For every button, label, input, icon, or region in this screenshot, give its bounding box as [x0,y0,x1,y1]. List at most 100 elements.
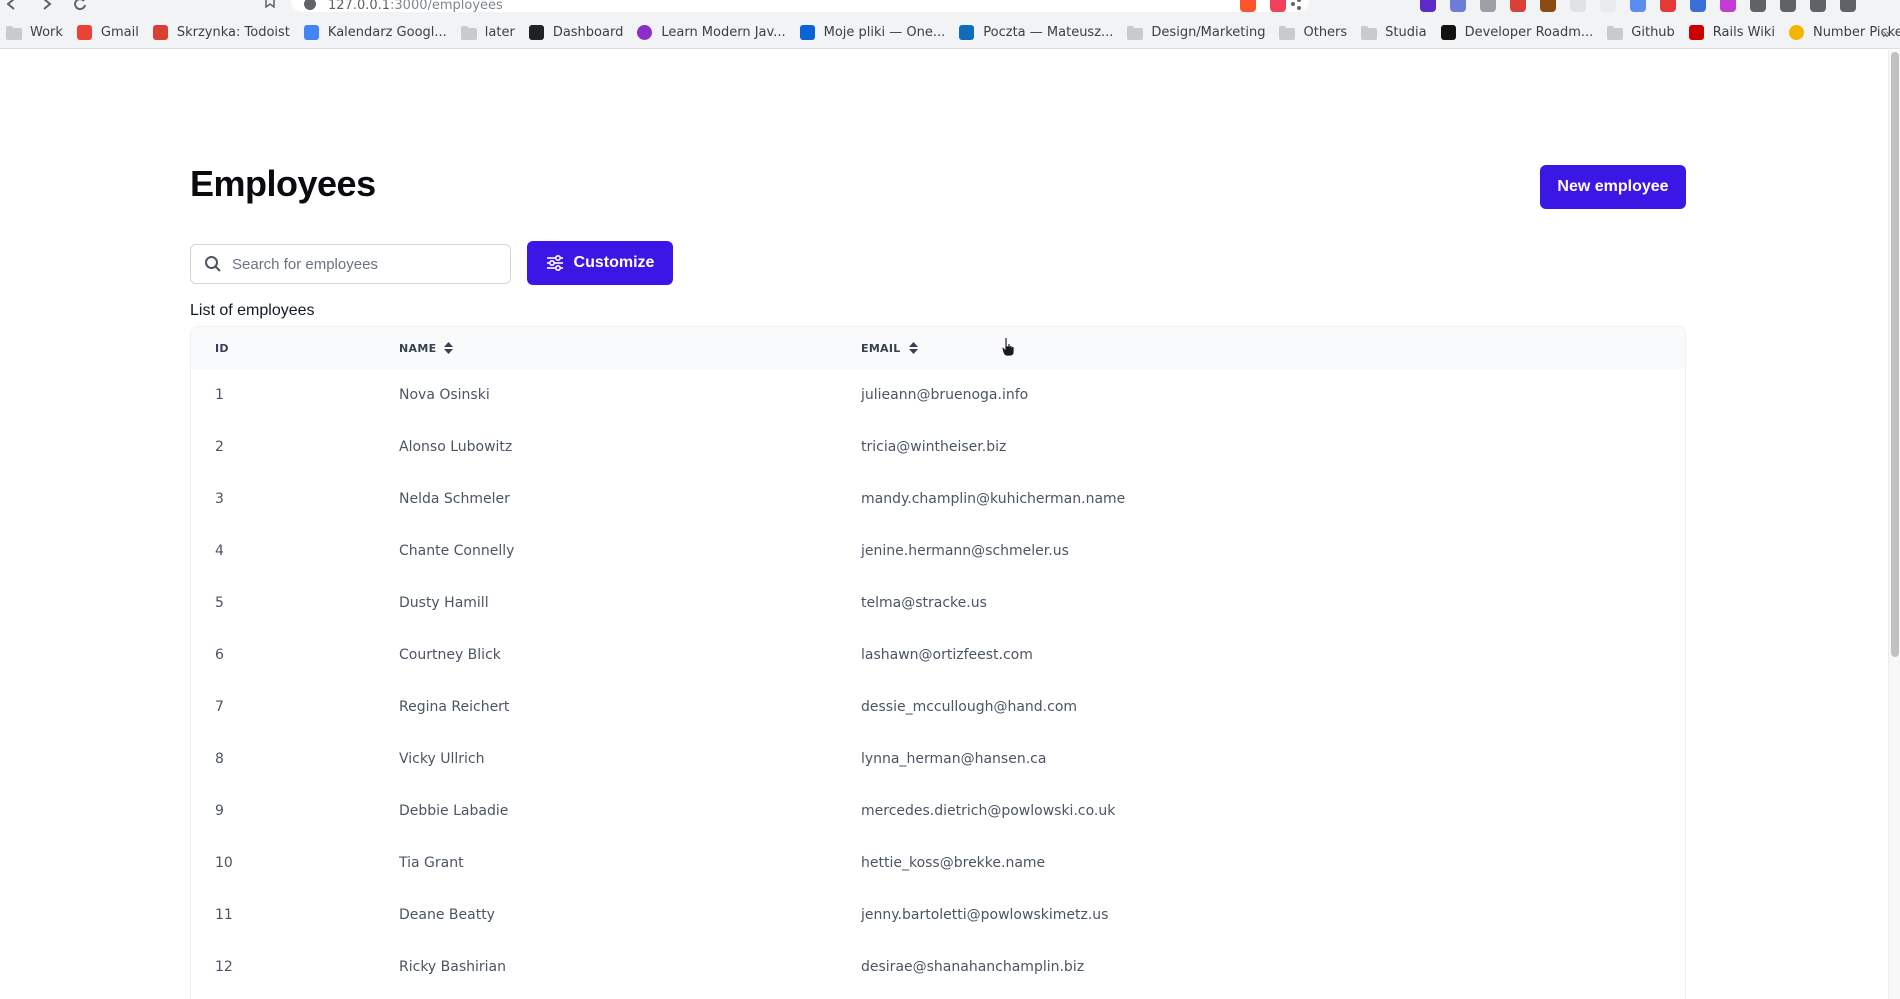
cell-name: Chante Connelly [399,543,515,559]
bookmark-item[interactable]: Poczta — Mateusz... [953,21,1121,45]
bookmark-item[interactable]: Moje pliki — One... [794,21,954,45]
header-name-label: NAME [399,341,437,355]
brave-rewards-icon[interactable] [1270,0,1286,12]
reload-icon[interactable] [72,0,88,12]
bookmark-item[interactable]: Studia [1355,21,1434,45]
header-name[interactable]: NAME [399,327,454,369]
forward-icon[interactable] [38,0,54,12]
bookmark-item[interactable]: Gmail [71,21,147,45]
table-row[interactable]: 6 Courtney Blick lashawn@ortizfeest.com [191,629,1685,681]
bookmark-item[interactable]: Design/Marketing [1121,21,1273,45]
cell-name: Tia Grant [399,855,464,871]
table-row[interactable]: 12 Ricky Bashirian desirae@shanahanchampli… [191,941,1685,993]
learn-icon [637,25,653,40]
site-info-icon[interactable] [304,0,316,10]
search-field[interactable] [190,244,511,284]
bookmark-star-icon[interactable] [263,0,277,8]
table-row[interactable]: 3 Nelda Schmeler mandy.champlin@kuhicherma… [191,473,1685,525]
bookmarks-overflow-icon[interactable]: » [1882,17,1890,48]
onedrive-icon [799,25,815,40]
back-icon[interactable] [4,0,20,12]
cell-email: julieann@bruenoga.info [861,387,1029,403]
outlook-icon [959,25,975,40]
cell-id: 1 [215,387,224,403]
cell-name: Vicky Ullrich [399,751,485,767]
menu-icon[interactable] [1840,0,1856,12]
todoist-ext-icon[interactable] [1510,0,1526,12]
cell-id: 8 [215,751,224,767]
table-row[interactable]: 4 Chante Connelly jenine.hermann@schmeler.… [191,525,1685,577]
cell-id: 11 [215,907,233,923]
cell-email: tricia@wintheiser.biz [861,439,1007,455]
bookmark-item[interactable]: Rails Wiki [1683,21,1783,45]
table-row[interactable]: 2 Alonso Lubowitz tricia@wintheiser.biz [191,421,1685,473]
bookmark-label: Gmail [100,25,139,40]
cell-id: 6 [215,647,224,663]
url-host: 127.0.0.1 [328,0,391,13]
folder-icon [6,25,22,40]
cell-name: Deane Beatty [399,907,495,923]
table-row[interactable]: 9 Debbie Labadie mercedes.dietrich@powlows… [191,785,1685,837]
cell-id: 2 [215,439,224,455]
cell-email: lynna_herman@hansen.ca [861,751,1047,767]
customize-button[interactable]: Customize [527,241,673,285]
table-row[interactable]: 5 Dusty Hamill telma@stracke.us [191,577,1685,629]
vpn-icon[interactable] [1420,0,1436,12]
paint-ext-icon[interactable] [1720,0,1736,12]
cell-name: Dusty Hamill [399,595,489,611]
timer-icon[interactable] [1480,0,1496,12]
blank-ext-icon[interactable] [1570,0,1586,12]
bookmark-item[interactable]: Work [0,21,71,45]
sort-icon[interactable] [444,342,454,354]
table-row[interactable]: 8 Vicky Ullrich lynna_herman@hansen.ca [191,733,1685,785]
page-scrollbar[interactable] [1888,50,1900,999]
bookmark-item[interactable]: Skrzynka: Todoist [147,21,298,45]
puzzle-icon[interactable] [1750,0,1766,12]
header-id-label: ID [215,341,229,355]
bookmark-item[interactable]: Github [1601,21,1683,45]
picker-icon [1788,25,1804,40]
cell-id: 4 [215,543,224,559]
bookmark-label: Dashboard [552,25,624,40]
table-row[interactable]: 10 Tia Grant hettie_koss@brekke.name [191,837,1685,889]
cell-name: Debbie Labadie [399,803,509,819]
roadmap-icon [1440,25,1456,40]
dollar-ext-icon[interactable] [1600,0,1616,12]
bookmark-item[interactable]: Kalendarz Googl... [298,21,455,45]
cell-email: jenine.hermann@schmeler.us [861,543,1069,559]
table-row[interactable]: 1 Nova Osinski julieann@bruenoga.info [191,369,1685,421]
table-row[interactable]: 11 Deane Beatty jenny.bartoletti@powlowski… [191,889,1685,941]
header-id: ID [215,327,229,369]
folder-icon [1279,25,1296,40]
sliders-icon [546,255,563,271]
multi-ext-icon[interactable] [1690,0,1706,12]
new-employee-button[interactable]: New employee [1540,165,1686,209]
moon-icon[interactable] [1450,0,1466,12]
k-ext-icon[interactable] [1540,0,1556,12]
profile-icon[interactable] [1810,0,1826,12]
brave-shield-icon[interactable] [1240,0,1256,12]
header-email[interactable]: EMAIL [861,327,918,369]
bookmark-item[interactable]: Others [1273,21,1355,45]
bookmark-item[interactable]: Dashboard [523,21,632,45]
bookmark-label: Others [1303,25,1348,40]
address-bar[interactable]: 127.0.0.1:3000/employees [290,0,1310,13]
cell-id: 10 [215,855,233,871]
customize-label: Customize [573,254,655,271]
scrollbar-thumb[interactable] [1891,52,1899,657]
bookmark-label: later [484,25,515,40]
table-row[interactable]: 7 Regina Reichert dessie_mccullough@hand.c… [191,681,1685,733]
cell-name: Nova Osinski [399,387,490,403]
n-ext-icon[interactable] [1630,0,1646,12]
reading-list-icon[interactable] [1780,0,1796,12]
folder-icon [1361,25,1378,40]
bookmark-item[interactable]: Developer Roadm... [1435,21,1602,45]
browser-toolbar: 127.0.0.1:3000/employees [0,0,1900,17]
search-input[interactable] [232,255,502,273]
bookmark-item[interactable]: Learn Modern Jav... [631,21,793,45]
calendar-icon [303,25,319,40]
red-ext-icon[interactable] [1660,0,1676,12]
sort-icon[interactable] [908,342,918,354]
bookmark-item[interactable]: later [455,21,523,45]
table-body: 1 Nova Osinski julieann@bruenoga.info 2 Alon… [191,369,1685,993]
